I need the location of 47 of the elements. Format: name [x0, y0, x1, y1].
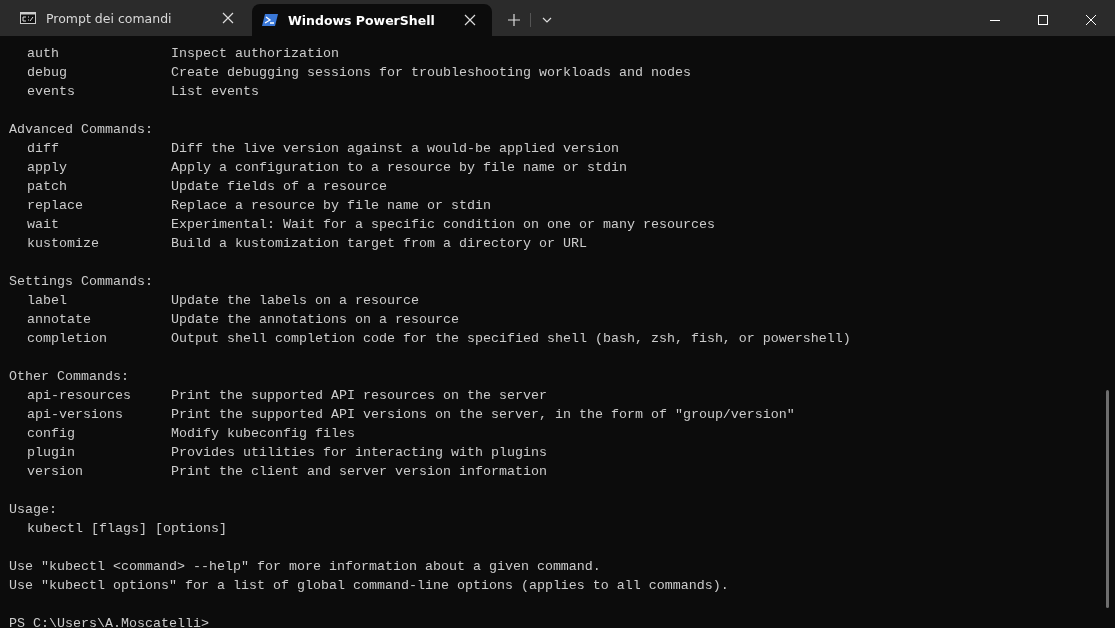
section-heading: Other Commands:: [9, 368, 129, 386]
tab[interactable]: Windows PowerShell: [252, 4, 492, 36]
command-description: Build a kustomization target from a directory or URL: [171, 235, 587, 253]
command-name: annotate: [27, 312, 91, 327]
command-name: debug: [27, 65, 67, 80]
command-description: Apply a configuration to a resource by file name or stdin: [171, 159, 627, 177]
command-name: auth: [27, 46, 59, 61]
command-description: Print the client and server version information: [171, 463, 547, 481]
powershell-icon: [262, 14, 278, 26]
command-name: patch: [27, 179, 67, 194]
output-line: Use "kubectl <command> --help" for more information about a given command.: [9, 558, 601, 576]
command-name: version: [27, 464, 83, 479]
command-name: events: [27, 84, 75, 99]
command-name: diff: [27, 141, 59, 156]
shell-prompt: PS C:\Users\A.Moscatelli>: [9, 615, 209, 628]
command-description: Create debugging sessions for troubleshooting workloads and nodes: [171, 64, 691, 82]
command-description: Update fields of a resource: [171, 178, 387, 196]
command-name: config: [27, 426, 75, 441]
command-description: Print the supported API resources on the server: [171, 387, 547, 405]
command-name: wait: [27, 217, 59, 232]
command-description: Print the supported API versions on the server, in the form of "group/version": [171, 406, 795, 424]
command-description: Update the annotations on a resource: [171, 311, 459, 329]
command-description: Update the labels on a resource: [171, 292, 419, 310]
command-description: Output shell completion code for the specified shell (bash, zsh, fish, or powershell): [171, 330, 851, 348]
command-name: api-versions: [27, 407, 123, 422]
command-name: replace: [27, 198, 83, 213]
section-heading: Advanced Commands:: [9, 121, 153, 139]
command-name: apply: [27, 160, 67, 175]
command-name: kustomize: [27, 236, 99, 251]
command-description: Modify kubeconfig files: [171, 425, 355, 443]
section-heading: Settings Commands:: [9, 273, 153, 291]
command-description: Replace a resource by file name or stdin: [171, 197, 491, 215]
command-description: Inspect authorization: [171, 45, 339, 63]
scrollbar[interactable]: [1106, 390, 1109, 608]
command-description: Experimental: Wait for a specific condition on one or many resources: [171, 216, 715, 234]
output-line: kubectl [flags] [options]: [27, 520, 227, 538]
output-line: Use "kubectl options" for a list of global command-line options (applies to all commands).: [9, 577, 729, 595]
terminal-icon: [20, 12, 36, 24]
section-heading: Usage:: [9, 501, 57, 519]
command-description: Diff the live version against a would-be applied version: [171, 140, 619, 158]
command-name: label: [27, 293, 67, 308]
tab[interactable]: Prompt dei comandi: [10, 4, 250, 32]
command-description: Provides utilities for interacting with plugins: [171, 444, 547, 462]
command-description: List events: [171, 83, 259, 101]
command-name: completion: [27, 331, 107, 346]
command-name: plugin: [27, 445, 75, 460]
command-name: api-resources: [27, 388, 131, 403]
